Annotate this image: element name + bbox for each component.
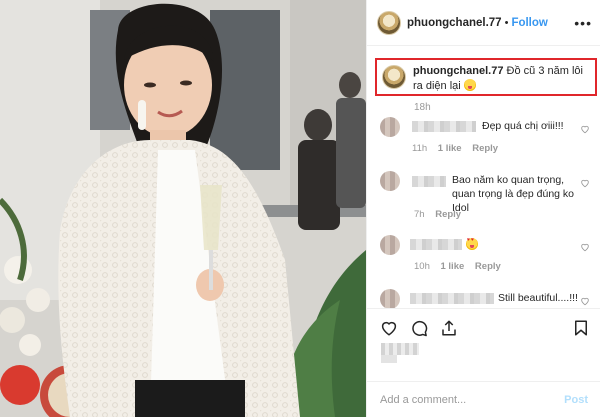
- comment-text: Đẹp quá chị ơiii!!!: [482, 120, 564, 132]
- comment-item: Still beautiful....!!!: [380, 289, 594, 309]
- header-separator: •: [504, 16, 509, 29]
- comment-likes[interactable]: 1 like: [438, 143, 462, 154]
- blurred-post-time: [381, 355, 397, 363]
- comment-time: 10h: [414, 261, 430, 272]
- commenter-avatar[interactable]: [380, 117, 400, 137]
- reply-button[interactable]: Reply: [435, 209, 461, 220]
- comment-icon[interactable]: [410, 319, 428, 337]
- comment-item: 10h 1 like Reply: [380, 235, 594, 275]
- caption-highlight: phuongchanel.77 Đồ cũ 3 năm lôi ra diện …: [375, 58, 597, 96]
- blurred-username: [412, 121, 476, 132]
- comment-time: 7h: [414, 209, 425, 220]
- blurred-username: [410, 239, 462, 250]
- caption-timestamp: 18h: [414, 102, 431, 113]
- comment-item: Đẹp quá chị ơiii!!! 11h 1 like Reply: [380, 117, 594, 157]
- blurred-username: [410, 293, 494, 304]
- action-bar: [366, 308, 600, 348]
- heart-icon[interactable]: [380, 319, 398, 337]
- share-icon[interactable]: [440, 319, 458, 337]
- comment-time: 11h: [412, 143, 428, 154]
- reply-button[interactable]: Reply: [475, 261, 501, 272]
- comment-input[interactable]: [380, 393, 565, 406]
- comment-meta: 11h 1 like Reply: [412, 143, 506, 154]
- winking-tongue-emoji-icon: [463, 78, 476, 91]
- commenter-avatar[interactable]: [380, 289, 400, 309]
- comment-item: Bao năm ko quan trọng, quan trọng là đẹp…: [380, 171, 594, 225]
- blurred-likes-count: [381, 343, 419, 355]
- post-header: phuongchanel.77 • Follow •••: [367, 0, 600, 46]
- comment-text: Still beautiful....!!!: [498, 292, 578, 304]
- caption-author-avatar[interactable]: [382, 65, 406, 89]
- follow-button[interactable]: Follow: [511, 17, 547, 29]
- comment-likes[interactable]: 1 like: [441, 261, 465, 272]
- add-comment-bar: Post: [366, 381, 600, 417]
- post-caption: phuongchanel.77 Đồ cũ 3 năm lôi ra diện …: [413, 65, 591, 93]
- post-photo[interactable]: [0, 0, 366, 417]
- comment-heart-icon[interactable]: [580, 242, 590, 252]
- author-username[interactable]: phuongchanel.77: [407, 17, 502, 29]
- caption-username[interactable]: phuongchanel.77: [413, 65, 503, 77]
- heart-eyes-emoji-icon: [466, 237, 478, 250]
- reply-button[interactable]: Reply: [472, 143, 498, 154]
- author-avatar[interactable]: [377, 10, 401, 35]
- bookmark-icon[interactable]: [572, 319, 590, 337]
- commenter-avatar[interactable]: [380, 171, 400, 191]
- commenter-avatar[interactable]: [380, 235, 400, 255]
- photo-illustration: [0, 0, 366, 417]
- more-options-icon[interactable]: •••: [574, 15, 592, 31]
- comment-meta: 7h Reply: [414, 209, 469, 220]
- comment-heart-icon[interactable]: [580, 178, 590, 188]
- post-comment-button[interactable]: Post: [564, 394, 588, 406]
- comment-text: Bao năm ko quan trọng, quan trọng là đẹp…: [452, 174, 575, 214]
- blurred-username: [412, 176, 446, 187]
- comment-heart-icon[interactable]: [580, 124, 590, 134]
- comment-meta: 10h 1 like Reply: [414, 261, 509, 272]
- comment-heart-icon[interactable]: [580, 296, 590, 306]
